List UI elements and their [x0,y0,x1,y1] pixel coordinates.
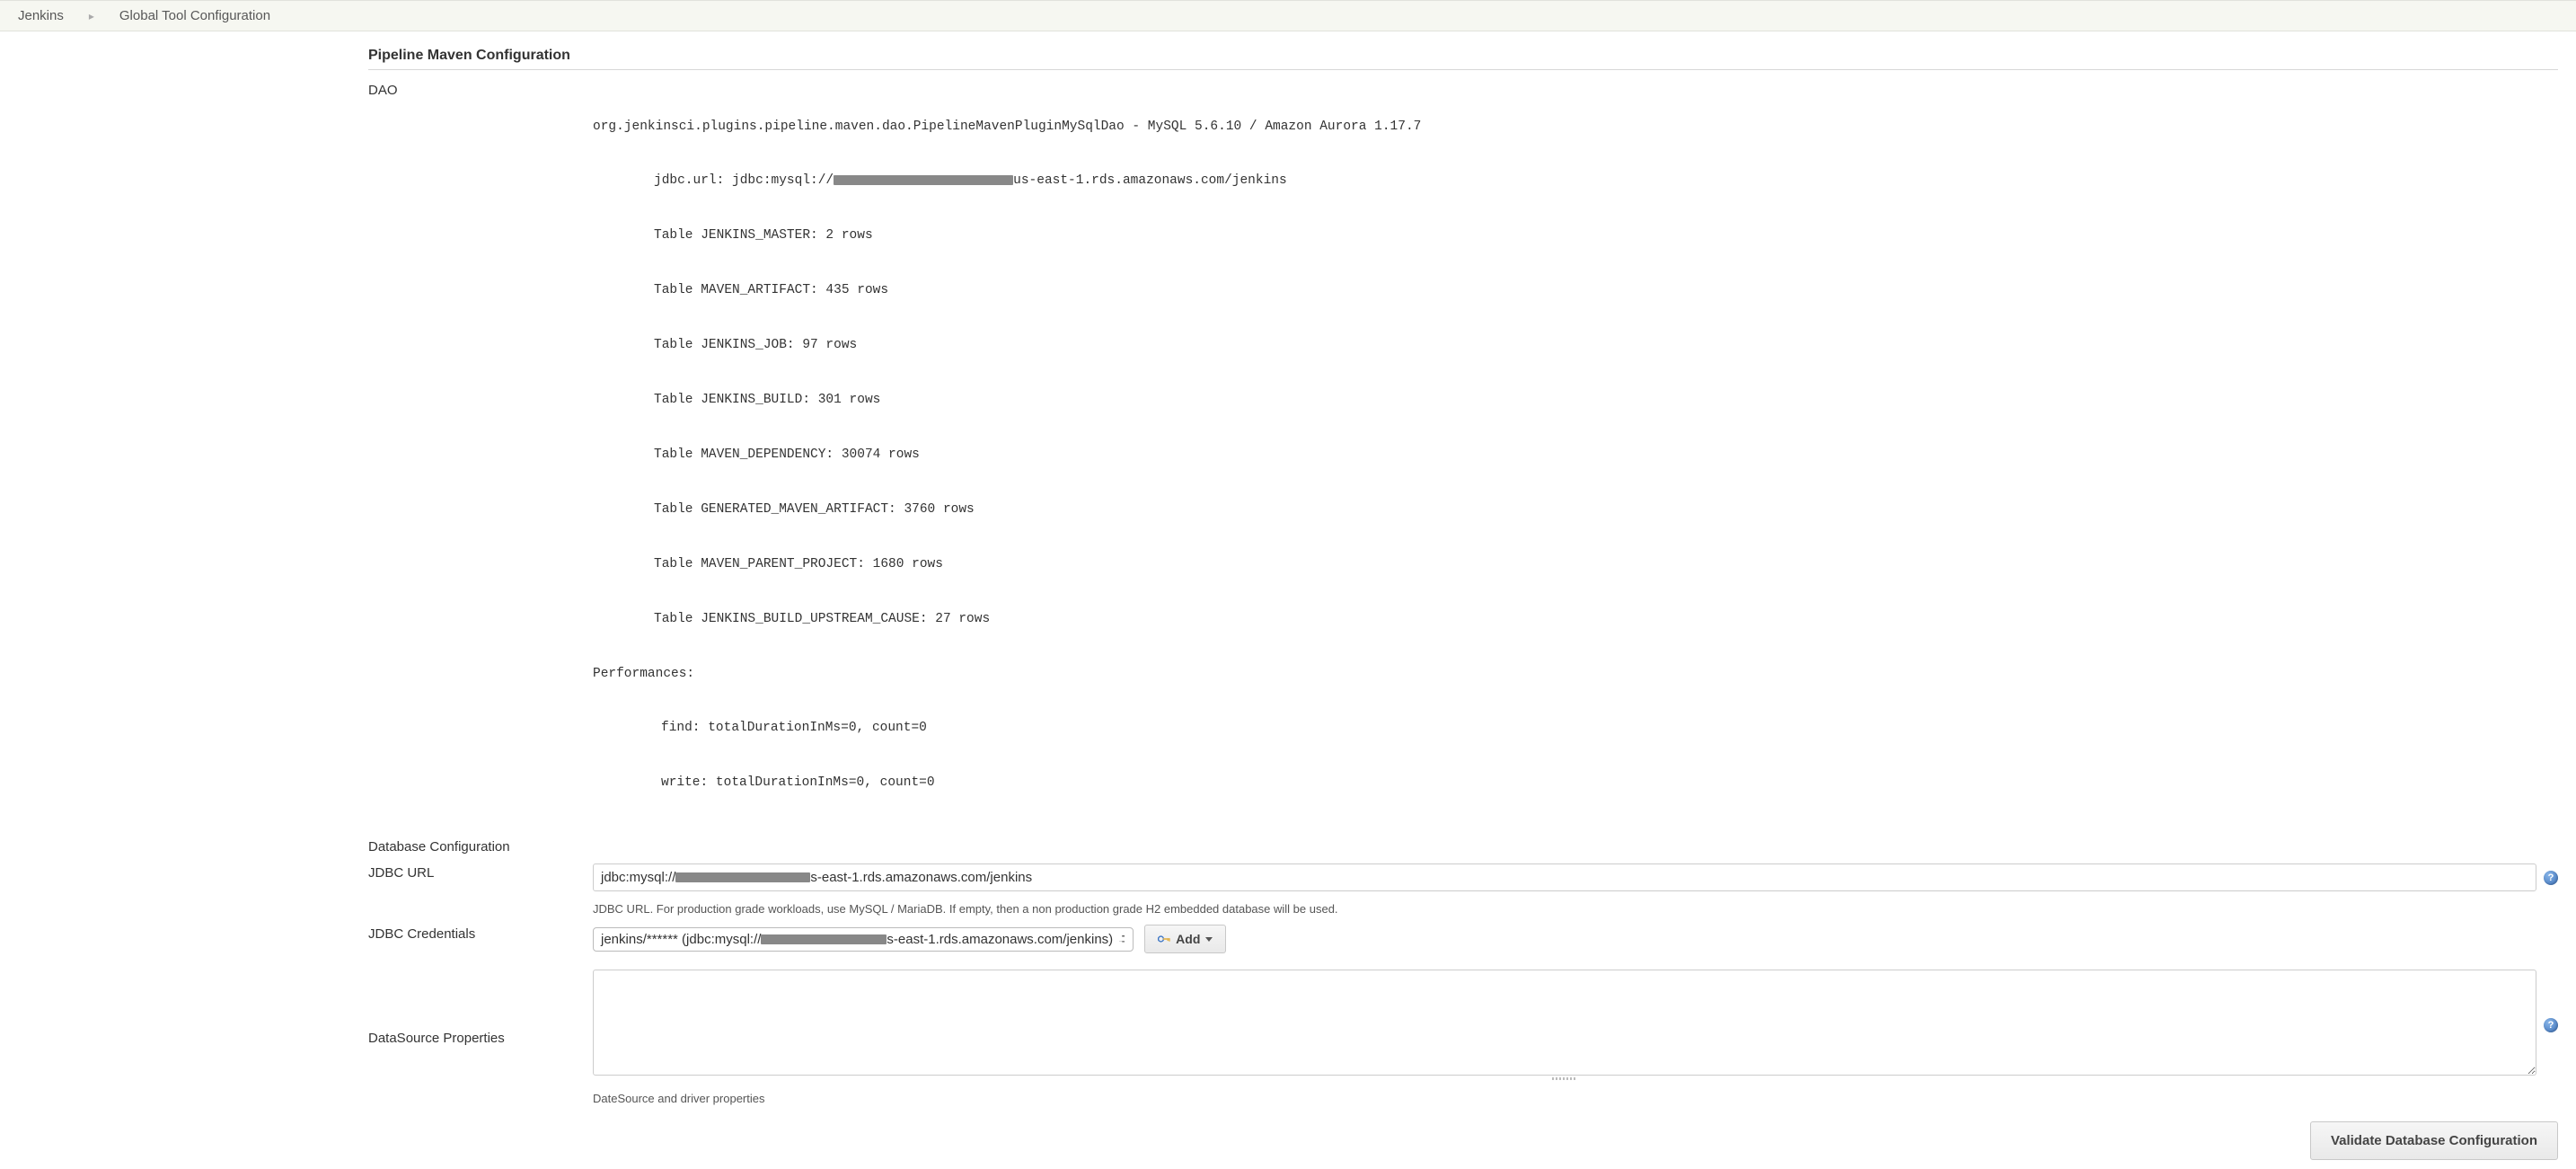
resize-grip-icon[interactable] [593,1076,2536,1081]
validate-database-configuration-button[interactable]: Validate Database Configuration [2310,1121,2558,1160]
datasource-properties-label: DataSource Properties [368,1029,593,1046]
help-icon[interactable]: ? [2544,871,2558,885]
dao-label: DAO [368,81,593,98]
dao-jdbc-url: jdbc.url: jdbc:mysql://us-east-1.rds.ama… [593,172,2558,190]
add-button-label: Add [1176,932,1200,946]
database-configuration-label: Database Configuration [368,837,593,855]
chevron-down-icon [1205,937,1213,942]
dao-table-row: Table MAVEN_DEPENDENCY: 30074 rows [593,446,2558,464]
dao-table-row: Table MAVEN_ARTIFACT: 435 rows [593,281,2558,299]
dao-table-row: Table GENERATED_MAVEN_ARTIFACT: 3760 row… [593,500,2558,518]
jdbc-url-label: JDBC URL [368,863,593,881]
breadcrumb-root[interactable]: Jenkins [18,8,64,23]
breadcrumb: Jenkins ▸ Global Tool Configuration [0,0,2576,31]
section-header: Pipeline Maven Configuration [368,48,2558,70]
dao-table-row: Table JENKINS_BUILD_UPSTREAM_CAUSE: 27 r… [593,610,2558,628]
breadcrumb-separator-icon: ▸ [89,10,94,22]
dao-perf-find: find: totalDurationInMs=0, count=0 [593,719,2558,737]
help-icon[interactable]: ? [2544,1018,2558,1032]
dao-table-row: Table JENKINS_JOB: 97 rows [593,336,2558,354]
breadcrumb-current[interactable]: Global Tool Configuration [119,8,270,23]
dao-details: org.jenkinsci.plugins.pipeline.maven.dao… [593,81,2558,828]
jdbc-url-input[interactable]: jdbc:mysql://s-east-1.rds.amazonaws.com/… [593,863,2536,891]
dao-table-row: Table MAVEN_PARENT_PROJECT: 1680 rows [593,555,2558,573]
dao-header: org.jenkinsci.plugins.pipeline.maven.dao… [593,118,2558,136]
jdbc-credentials-select[interactable]: jenkins/****** (jdbc:mysql://s-east-1.rd… [593,927,1134,952]
jdbc-credentials-label: JDBC Credentials [368,925,593,942]
datasource-properties-textarea[interactable] [593,970,2536,1076]
key-icon [1158,932,1170,946]
dao-perf-header: Performances: [593,665,2558,683]
add-credentials-button[interactable]: Add [1144,925,1226,953]
jdbc-url-help-text: JDBC URL. For production grade workloads… [593,902,2558,916]
datasource-properties-help-text: DateSource and driver properties [593,1092,2558,1105]
dao-perf-write: write: totalDurationInMs=0, count=0 [593,774,2558,792]
dao-table-row: Table JENKINS_MASTER: 2 rows [593,226,2558,244]
dao-table-row: Table JENKINS_BUILD: 301 rows [593,391,2558,409]
